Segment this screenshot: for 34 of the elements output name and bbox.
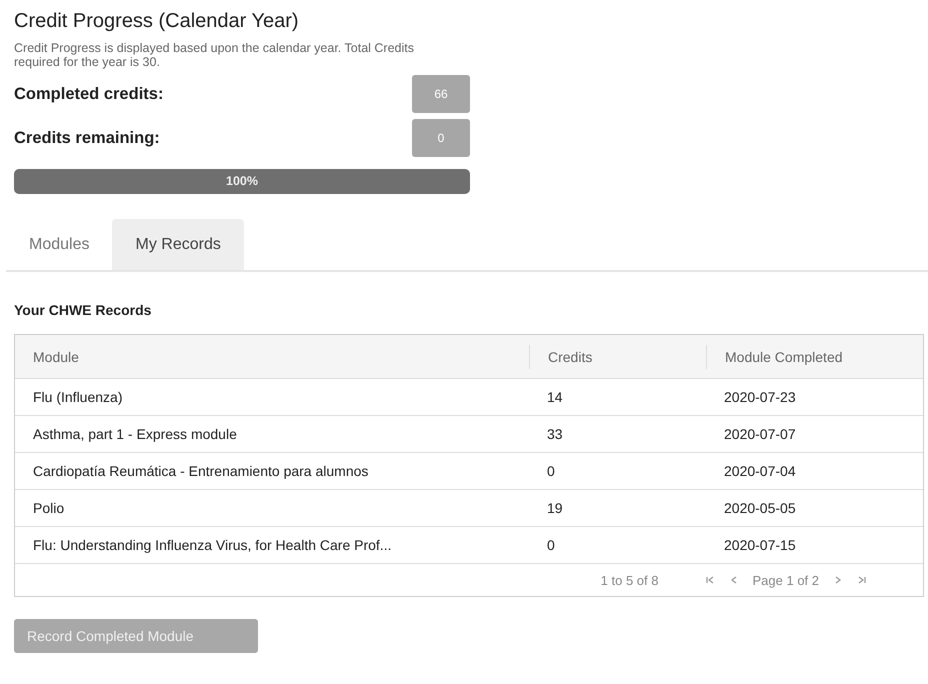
- previous-icon[interactable]: [728, 575, 738, 585]
- table-cell-text: Asthma, part 1 - Express module: [32, 426, 238, 442]
- column-header: Credits: [547, 348, 592, 364]
- table-cell-text: Flu (Influenza): [32, 389, 124, 405]
- page-indicator: Page 1 of 2: [752, 572, 819, 588]
- page-title: Credit Progress (Calendar Year): [14, 10, 300, 33]
- table-cell-text: 2020-07-07: [723, 426, 797, 442]
- table-cell-text: 2020-07-04: [723, 463, 797, 479]
- tab[interactable]: Modules: [6, 219, 112, 270]
- tab[interactable]: My Records: [112, 219, 244, 270]
- table-cell-text: 0: [546, 537, 556, 553]
- stat-value: 66: [412, 75, 470, 113]
- table-cell-text: 2020-07-15: [723, 537, 797, 553]
- table-cell-text: 14: [546, 389, 564, 405]
- table-cell-text: 2020-07-23: [723, 389, 797, 405]
- next-icon[interactable]: [833, 575, 843, 585]
- table-cell-text: 33: [546, 426, 564, 442]
- table-cell-text: Cardiopatía Reumática - Entrenamiento para alumnos: [32, 463, 370, 479]
- table-cell-text: Flu: Understanding Influenza Virus, for Health Care Prof...: [32, 537, 392, 553]
- section-heading: Your CHWE Records: [14, 302, 152, 318]
- row-range: 1 to 5 of 8: [600, 572, 658, 588]
- last-page-icon[interactable]: [857, 575, 867, 585]
- table-cell-text: Polio: [32, 500, 66, 516]
- description: Credit Progress is displayed based upon the calendar year. Total Credits required for the year is 30.: [14, 41, 415, 69]
- stat-label: Credits remaining:: [14, 128, 160, 148]
- table-cell-text: 19: [546, 500, 564, 516]
- first-page-icon[interactable]: [704, 575, 714, 585]
- stat-value: 0: [412, 119, 470, 157]
- column-header: Module: [32, 348, 79, 364]
- column-header: Module Completed: [724, 348, 843, 364]
- progress-reading: 100%: [225, 173, 259, 190]
- stat-label: Completed credits:: [14, 84, 164, 104]
- table-cell-text: 0: [546, 463, 556, 479]
- table-cell-text: 2020-05-05: [723, 500, 797, 516]
